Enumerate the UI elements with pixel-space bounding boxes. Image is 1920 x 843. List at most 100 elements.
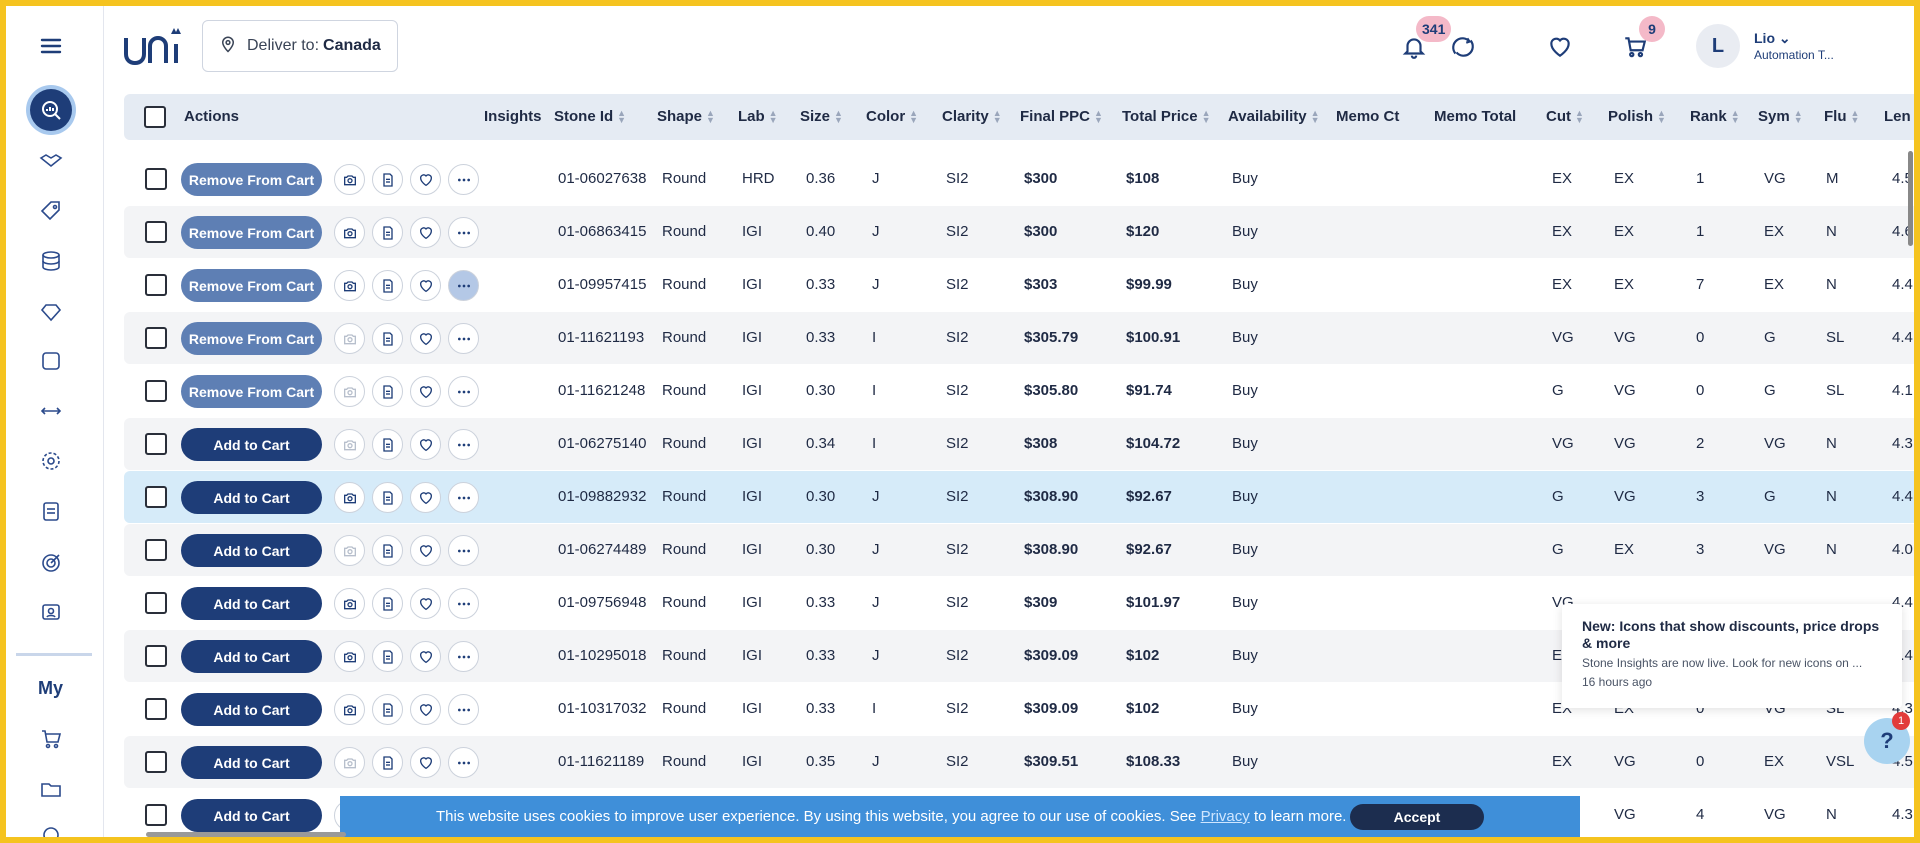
analytics-icon[interactable] <box>30 89 72 131</box>
more-options-icon[interactable] <box>448 429 479 460</box>
col-rank[interactable]: Rank ▲ ▼ <box>1690 108 1740 125</box>
col-cut[interactable]: Cut ▲ ▼ <box>1546 108 1584 125</box>
row-checkbox[interactable] <box>145 327 167 349</box>
insights-toast[interactable]: New: Icons that show discounts, price dr… <box>1562 604 1902 708</box>
row-checkbox[interactable] <box>145 221 167 243</box>
more-options-icon[interactable] <box>448 641 479 672</box>
heart-icon[interactable] <box>410 164 441 195</box>
user-name[interactable]: Lio ⌄ <box>1754 30 1791 47</box>
heart-icon[interactable] <box>410 535 441 566</box>
add-to-cart-button[interactable]: Add to Cart <box>181 587 322 620</box>
camera-icon[interactable] <box>334 270 365 301</box>
more-options-icon[interactable] <box>448 164 479 195</box>
select-all-checkbox[interactable] <box>144 106 166 128</box>
table-row[interactable]: Add to Cart 01-11621189 Round IGI 0.35 J SI2 $3… <box>124 736 1914 788</box>
camera-icon[interactable] <box>334 217 365 248</box>
arrows-horizontal-icon[interactable] <box>30 390 72 432</box>
remove-from-cart-button[interactable]: Remove From Cart <box>181 163 322 196</box>
document-icon[interactable] <box>372 747 403 778</box>
more-options-icon[interactable] <box>448 270 479 301</box>
wishlist-heart-icon[interactable] <box>1543 30 1577 64</box>
col-flu[interactable]: Flu ▲ ▼ <box>1824 108 1859 125</box>
camera-icon[interactable] <box>334 164 365 195</box>
document-icon[interactable] <box>372 694 403 725</box>
avatar[interactable]: L <box>1696 24 1740 68</box>
horizontal-scrollbar[interactable] <box>146 832 346 837</box>
document-icon[interactable] <box>372 323 403 354</box>
camera-icon[interactable] <box>334 747 365 778</box>
tag-icon[interactable] <box>30 190 72 232</box>
heart-icon[interactable] <box>410 429 441 460</box>
diamond-icon[interactable] <box>30 290 72 332</box>
table-row[interactable]: Add to Cart 01-06275140 Round IGI 0.34 I SI2 $3… <box>124 418 1914 470</box>
target-icon[interactable] <box>30 542 72 584</box>
heart-icon[interactable] <box>410 376 441 407</box>
heart-icon[interactable] <box>410 694 441 725</box>
row-checkbox[interactable] <box>145 592 167 614</box>
document-icon[interactable] <box>372 164 403 195</box>
remove-from-cart-button[interactable]: Remove From Cart <box>181 322 322 355</box>
cart-icon[interactable] <box>30 718 72 760</box>
add-to-cart-button[interactable]: Add to Cart <box>181 428 322 461</box>
col-color[interactable]: Color ▲ ▼ <box>866 108 918 125</box>
more-options-icon[interactable] <box>448 535 479 566</box>
add-to-cart-button[interactable]: Add to Cart <box>181 693 322 726</box>
more-options-icon[interactable] <box>448 588 479 619</box>
add-to-cart-button[interactable]: Add to Cart <box>181 799 322 832</box>
document-icon[interactable] <box>372 217 403 248</box>
table-row[interactable]: Remove From Cart 01-11621193 Round IGI 0.33 I… <box>124 312 1914 364</box>
camera-icon[interactable] <box>334 323 365 354</box>
menu-icon[interactable] <box>30 25 72 67</box>
folder-dollar-icon[interactable] <box>30 768 72 810</box>
row-checkbox[interactable] <box>145 168 167 190</box>
user-badge-icon[interactable] <box>30 592 72 634</box>
heart-icon[interactable] <box>410 323 441 354</box>
handshake-icon[interactable] <box>30 140 72 182</box>
remove-from-cart-button[interactable]: Remove From Cart <box>181 216 322 249</box>
brand-logo[interactable] <box>122 22 182 70</box>
more-options-icon[interactable] <box>448 217 479 248</box>
col-final-ppc[interactable]: Final PPC ▲ ▼ <box>1020 108 1103 125</box>
camera-icon[interactable] <box>334 694 365 725</box>
heart-icon[interactable] <box>410 641 441 672</box>
document-icon[interactable] <box>372 482 403 513</box>
row-checkbox[interactable] <box>145 274 167 296</box>
add-to-cart-button[interactable]: Add to Cart <box>181 640 322 673</box>
document-icon[interactable] <box>372 641 403 672</box>
heart-icon[interactable] <box>410 482 441 513</box>
database-icon[interactable] <box>30 240 72 282</box>
camera-icon[interactable] <box>334 641 365 672</box>
camera-icon[interactable] <box>334 429 365 460</box>
table-row[interactable]: Remove From Cart 01-06027638 Round HRD 0.36 J… <box>124 153 1914 205</box>
document-icon[interactable] <box>372 588 403 619</box>
heart-icon[interactable] <box>410 588 441 619</box>
row-checkbox[interactable] <box>145 486 167 508</box>
table-row[interactable]: Remove From Cart 01-09957415 Round IGI 0.33 J… <box>124 259 1914 311</box>
col-clarity[interactable]: Clarity ▲ ▼ <box>942 108 1002 125</box>
row-checkbox[interactable] <box>145 433 167 455</box>
settings-icon[interactable] <box>30 814 72 837</box>
row-checkbox[interactable] <box>145 698 167 720</box>
col-shape[interactable]: Shape ▲ ▼ <box>657 108 715 125</box>
col-sym[interactable]: Sym ▲ ▼ <box>1758 108 1803 125</box>
table-row[interactable]: Remove From Cart 01-11621248 Round IGI 0.30 I… <box>124 365 1914 417</box>
table-row[interactable]: Add to Cart 01-09882932 Round IGI 0.30 J SI2 $3… <box>124 471 1914 523</box>
add-to-cart-button[interactable]: Add to Cart <box>181 746 322 779</box>
gear-icon[interactable] <box>30 440 72 482</box>
table-row[interactable]: Add to Cart 01-06274489 Round IGI 0.30 J SI2 $3… <box>124 524 1914 576</box>
col-availability[interactable]: Availability ▲ ▼ <box>1228 108 1320 125</box>
camera-icon[interactable] <box>334 376 365 407</box>
row-checkbox[interactable] <box>145 645 167 667</box>
camera-icon[interactable] <box>334 588 365 619</box>
more-options-icon[interactable] <box>448 747 479 778</box>
more-options-icon[interactable] <box>448 482 479 513</box>
more-options-icon[interactable] <box>448 323 479 354</box>
heart-icon[interactable] <box>410 217 441 248</box>
col-total-price[interactable]: Total Price ▲ ▼ <box>1122 108 1211 125</box>
privacy-link[interactable]: Privacy <box>1201 808 1250 825</box>
row-checkbox[interactable] <box>145 539 167 561</box>
remove-from-cart-button[interactable]: Remove From Cart <box>181 269 322 302</box>
col-stone-id[interactable]: Stone Id ▲ ▼ <box>554 108 626 125</box>
refresh-icon[interactable] <box>1446 30 1480 64</box>
document-icon[interactable] <box>372 535 403 566</box>
